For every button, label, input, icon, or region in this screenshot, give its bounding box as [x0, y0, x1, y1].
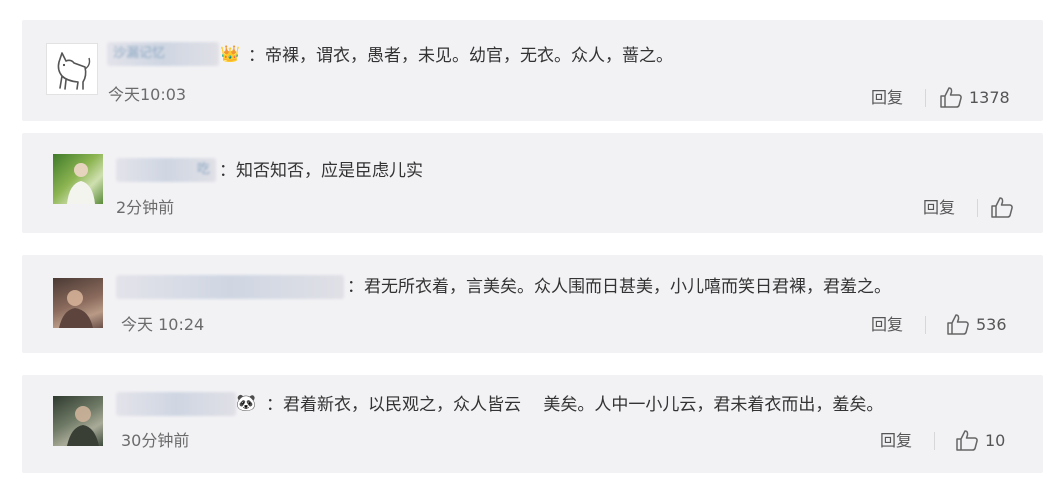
avatar[interactable]	[46, 43, 98, 95]
like-button[interactable]	[990, 196, 1020, 218]
comment-text: ：君无所衣着，言美矣。众人围而日甚美，小儿嘻而笑日君裸，君羞之。	[347, 277, 891, 297]
person-photo-icon	[59, 290, 93, 328]
comment-text: ：君着新衣，以民观之，众人皆云 美矣。人中一小儿云，君未着衣而出，羞矣。	[266, 395, 884, 415]
like-count: 10	[985, 430, 1006, 450]
username[interactable]: 沙漏记忆	[107, 42, 219, 66]
comment-card: 沙漏记忆 👑 ：帝裸，谓衣，愚者，未见。幼官，无衣。众人，蔷之。 今天10:03…	[22, 20, 1043, 121]
comment-card: ：君无所衣着，言美矣。众人围而日甚美，小儿嘻而笑日君裸，君羞之。 今天 10:2…	[22, 255, 1043, 353]
thumbs-up-icon	[947, 314, 969, 335]
reply-button[interactable]: 回复	[880, 430, 912, 452]
comment-card: 吃 ：知否知否，应是臣虑儿实 2分钟前 回复	[22, 133, 1043, 233]
reply-button[interactable]: 回复	[923, 197, 955, 219]
divider	[977, 199, 978, 217]
username[interactable]	[116, 392, 236, 416]
avatar[interactable]	[53, 278, 103, 328]
reply-button[interactable]: 回复	[871, 314, 903, 336]
thumbs-up-icon	[940, 87, 962, 108]
person-photo-icon	[67, 406, 99, 446]
reply-button[interactable]: 回复	[871, 87, 903, 109]
crown-icon: 👑	[220, 44, 240, 63]
panda-icon: 🐼	[236, 393, 256, 412]
comment-time: 2分钟前	[116, 198, 175, 217]
comment-text: ：帝裸，谓衣，愚者，未见。幼官，无衣。众人，蔷之。	[248, 46, 673, 66]
avatar[interactable]	[53, 154, 103, 204]
like-count: 1378	[969, 87, 1010, 107]
like-count: 536	[976, 314, 1007, 334]
comment-text: ：知否知否，应是臣虑儿实	[219, 161, 423, 181]
username[interactable]: 吃	[116, 158, 216, 182]
thumbs-up-icon	[991, 197, 1013, 218]
comment-card: 🐼 ：君着新衣，以民观之，众人皆云 美矣。人中一小儿云，君未着衣而出，羞矣。 3…	[22, 375, 1043, 473]
like-button[interactable]: 10	[955, 429, 1005, 451]
comment-time: 30分钟前	[121, 431, 190, 450]
avatar[interactable]	[53, 396, 103, 446]
like-button[interactable]: 1378	[939, 86, 1010, 108]
person-photo-icon	[67, 163, 95, 204]
divider	[934, 432, 935, 450]
comment-time: 今天10:03	[108, 85, 187, 104]
cat-avatar-icon	[57, 52, 91, 90]
divider	[925, 89, 926, 107]
comment-time: 今天 10:24	[121, 315, 205, 334]
like-button[interactable]: 536	[946, 313, 1007, 335]
divider	[925, 316, 926, 334]
username[interactable]	[116, 275, 344, 299]
thumbs-up-icon	[956, 430, 978, 451]
